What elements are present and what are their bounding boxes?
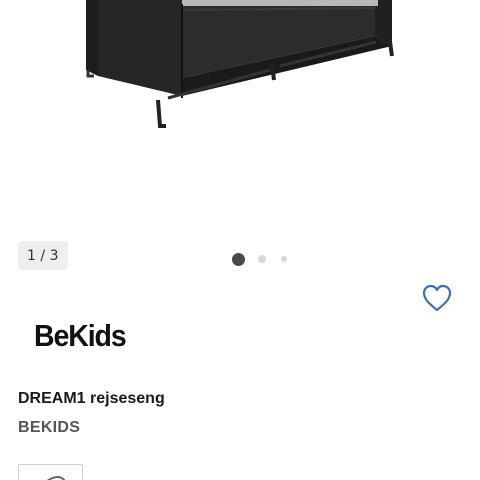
counter-total: 3	[49, 247, 60, 264]
gallery-dot-1[interactable]	[232, 252, 245, 266]
product-image	[86, 0, 394, 128]
thumbnail-image	[46, 476, 66, 480]
product-title: DREAM1 rejseseng	[18, 390, 165, 407]
gallery-dot-2[interactable]	[258, 255, 266, 263]
product-image-gallery[interactable]	[0, 0, 480, 232]
counter-current: 1	[26, 247, 37, 264]
brand-logo-text: BeKids	[34, 318, 127, 353]
brand-logo[interactable]: BeKids	[34, 318, 134, 354]
gallery-dot-3[interactable]	[281, 256, 287, 262]
brand-name[interactable]: BEKIDS	[18, 419, 80, 437]
heart-outline-icon	[422, 284, 452, 312]
variant-thumbnail[interactable]	[18, 464, 83, 480]
gallery-dots	[232, 252, 301, 266]
favorite-button[interactable]	[421, 283, 453, 313]
gallery-counter: 1 / 3	[18, 241, 68, 270]
counter-separator: /	[40, 247, 46, 264]
